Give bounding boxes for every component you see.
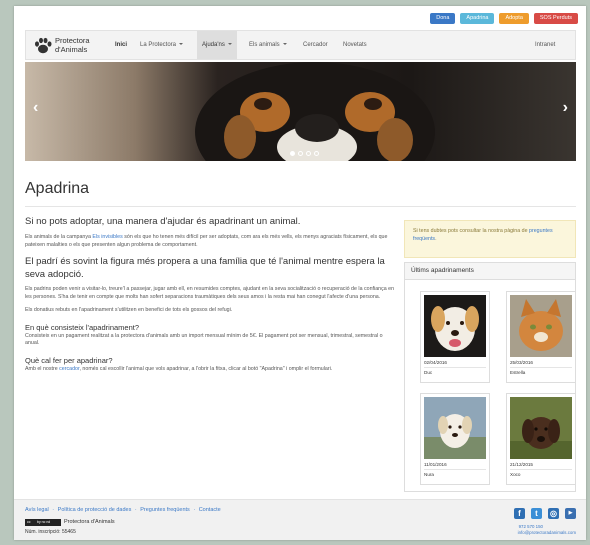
- sponsorship-name: Estrella: [510, 370, 526, 375]
- nav-la-protectora-label: La Protectora: [140, 42, 177, 48]
- sos-perduts-button[interactable]: SOS Perduts: [533, 13, 578, 24]
- contacte-link[interactable]: Contacte: [199, 507, 221, 513]
- page-title: Apadrina: [25, 180, 90, 197]
- footer-phone: 972 570 150: [518, 524, 543, 529]
- faq-alert: Si tens dubtes pots consultar la nostra …: [404, 220, 576, 258]
- latest-sponsorships-panel: Últims apadrinaments 02/04/2016 Duc 25/0…: [404, 262, 576, 492]
- cat-photo: [510, 295, 572, 357]
- divider: [424, 367, 486, 368]
- logo-text: Protectora d'Animals: [55, 36, 90, 54]
- sponsorship-name: Nura: [424, 472, 434, 477]
- chevron-down-icon: [282, 43, 287, 45]
- politica-privacitat-link[interactable]: Política de protecció de dades: [58, 507, 132, 513]
- dona-button[interactable]: Dona: [430, 13, 456, 24]
- carousel-prev-arrow[interactable]: ‹: [33, 100, 38, 116]
- footer-org-name: Protectora d'Animals: [64, 519, 115, 525]
- paragraph-que-cal-fer: Amb el nostre cercador, només cal escoll…: [25, 366, 395, 374]
- section-heading-padri: El padrí és sovint la figura més propera…: [25, 256, 385, 280]
- alert-text-a: Si tens dubtes pots consultar la nostra …: [413, 228, 530, 234]
- heading-que-cal-fer: Què cal fer per apadrinar?: [25, 355, 113, 365]
- carousel-dot[interactable]: [290, 151, 295, 156]
- logo[interactable]: Protectora d'Animals: [33, 34, 113, 58]
- social-links: f t ◎ ▶: [514, 508, 576, 519]
- logo-line2: d'Animals: [55, 45, 88, 54]
- paragraph-invisibles: Els animals de la campanya Els invisible…: [25, 234, 395, 249]
- dog-photo: [424, 397, 486, 459]
- sponsorship-card[interactable]: 11/01/2016 Nura: [420, 393, 490, 485]
- carousel-next-arrow[interactable]: ›: [563, 100, 568, 116]
- chevron-down-icon: [227, 43, 232, 45]
- divider: [25, 206, 576, 207]
- adopta-button[interactable]: Adopta: [499, 13, 529, 24]
- paragraph-consisteix: Consisteix en un pagament realitzat a la…: [25, 332, 383, 347]
- creative-commons-badge[interactable]: cc by nc nd: [25, 519, 61, 526]
- nav-cercador[interactable]: Cercador: [298, 31, 333, 59]
- panel-title: Últims apadrinaments: [405, 263, 575, 280]
- nav-els-animals-label: Els animals: [249, 42, 280, 48]
- footer-separator: ·: [134, 507, 137, 513]
- facebook-icon[interactable]: f: [514, 508, 525, 519]
- preguntes-frequents-footer-link[interactable]: Preguntes freqüents: [140, 507, 190, 513]
- sponsorship-card[interactable]: 21/12/2015 Xoco: [506, 393, 576, 485]
- sponsorship-name: Xoco: [510, 472, 521, 477]
- carousel-dot[interactable]: [306, 151, 311, 156]
- p1-text-a: Els animals de la campanya: [25, 234, 93, 240]
- paragraph-padrins: Els padrins poden venir a visitar-lo, tr…: [25, 286, 395, 300]
- instagram-icon[interactable]: ◎: [548, 508, 559, 519]
- nav-ajudans-label: Ajuda'ns: [202, 42, 225, 48]
- nav-novetats[interactable]: Novetats: [338, 31, 372, 59]
- lead-text: Si no pots adoptar, una manera d'ajudar …: [25, 216, 301, 227]
- carousel-indicators: [290, 151, 319, 156]
- nav-ajudans[interactable]: Ajuda'ns: [197, 31, 237, 59]
- nav-inici[interactable]: Inici: [110, 31, 132, 59]
- nav-els-animals[interactable]: Els animals: [244, 31, 292, 59]
- sponsorship-date: 21/12/2015: [510, 462, 533, 467]
- sponsorship-name: Duc: [424, 370, 433, 375]
- p5-text-b: , només cal escollir l'animal que vols a…: [79, 365, 333, 372]
- page: Dona Apadrina Adopta SOS Perduts Protect…: [14, 6, 586, 540]
- nav-la-protectora[interactable]: La Protectora: [135, 31, 188, 59]
- avis-legal-link[interactable]: Avís legal: [25, 507, 49, 513]
- divider: [424, 469, 486, 470]
- carousel-dot[interactable]: [314, 151, 319, 156]
- els-invisibles-link[interactable]: Els invisibles: [92, 234, 122, 240]
- sponsorship-date: 02/04/2016: [424, 360, 447, 365]
- chevron-down-icon: [179, 43, 184, 45]
- footer-registration: Núm. inscripció: 55465: [25, 529, 76, 535]
- sponsorship-date: 25/03/2016: [510, 360, 533, 365]
- sponsorship-card[interactable]: 25/03/2016 Estrella: [506, 291, 576, 383]
- footer-separator: ·: [193, 507, 196, 513]
- sponsorship-card[interactable]: 02/04/2016 Duc: [420, 291, 490, 383]
- paragraph-donatius: Els donatius rebuts en l'apadrinament s'…: [25, 307, 233, 313]
- footer: Avís legal · Política de protecció de da…: [14, 499, 586, 540]
- paw-icon: [35, 37, 52, 54]
- cc-by-nc-nd-icon: by nc nd: [37, 520, 51, 524]
- divider: [510, 367, 572, 368]
- cercador-link[interactable]: cercador: [59, 366, 79, 372]
- carousel-dot[interactable]: [298, 151, 303, 156]
- p5-text-a: Amb el nostre: [25, 365, 60, 372]
- nav-intranet[interactable]: Intranet: [530, 31, 560, 59]
- cc-icon: cc: [27, 520, 31, 524]
- main-content: Si no pots adoptar, una manera d'ajudar …: [25, 216, 395, 379]
- apadrina-button[interactable]: Apadrina: [460, 13, 495, 24]
- sponsorship-date: 11/01/2016: [424, 462, 447, 467]
- footer-links: Avís legal · Política de protecció de da…: [25, 507, 221, 513]
- youtube-icon[interactable]: ▶: [565, 508, 576, 519]
- twitter-icon[interactable]: t: [531, 508, 542, 519]
- top-actions: Dona Apadrina Adopta SOS Perduts: [430, 13, 578, 24]
- heading-en-que-consisteix: En què consisteix l'apadrinament?: [25, 322, 140, 332]
- carousel: ‹ ›: [25, 62, 576, 161]
- footer-separator: ·: [52, 507, 55, 513]
- dog-photo: [510, 397, 572, 459]
- navbar: Protectora d'Animals Inici La Protectora…: [25, 30, 576, 60]
- logo-line1: Protectora: [55, 36, 90, 45]
- carousel-image: [25, 62, 576, 161]
- footer-email[interactable]: info@protectoradanimals.com: [518, 530, 576, 535]
- divider: [510, 469, 572, 470]
- alert-text-b: .: [435, 236, 437, 242]
- dog-photo: [424, 295, 486, 357]
